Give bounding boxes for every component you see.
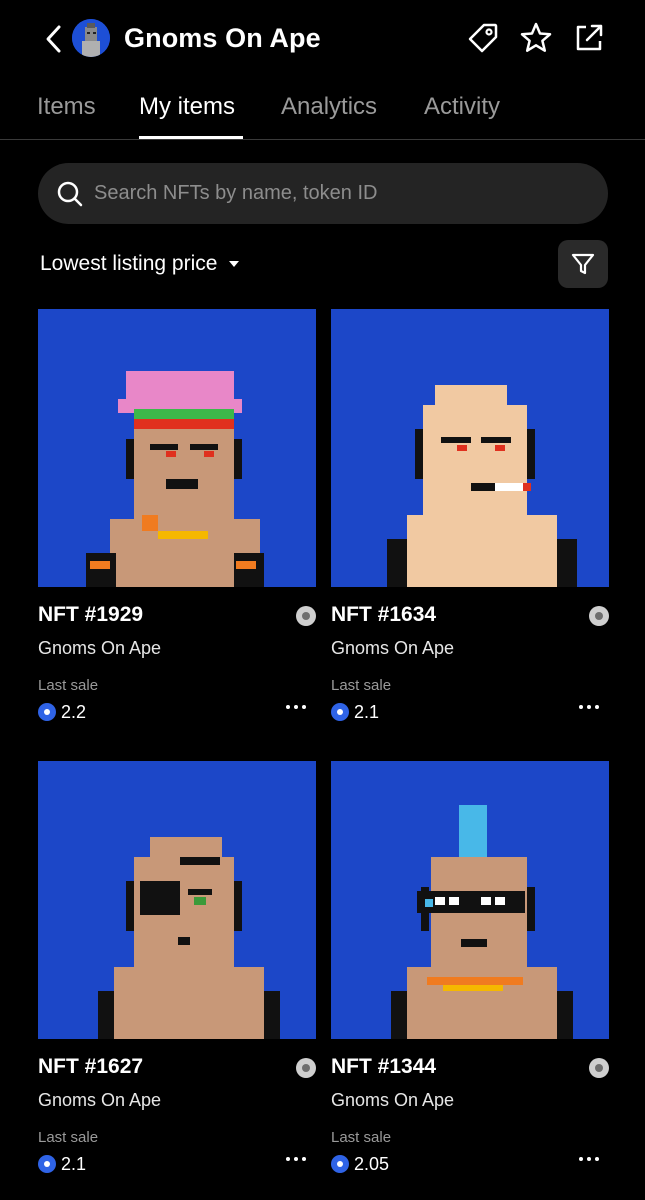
- apecoin-icon: [38, 1155, 56, 1173]
- star-icon: [520, 22, 552, 52]
- last-sale-price: 2.1: [331, 700, 379, 724]
- last-sale-label: Last sale: [38, 1129, 99, 1146]
- nft-name: NFT #1634: [331, 603, 437, 626]
- apecoin-icon: [38, 703, 56, 721]
- nft-card[interactable]: NFT #1634 Gnoms On Ape Last sale 2.1: [331, 309, 609, 722]
- filter-button[interactable]: [558, 240, 608, 288]
- last-sale-price: 2.1: [38, 1152, 86, 1176]
- nft-name: NFT #1627: [38, 1055, 144, 1078]
- chain-icon: [589, 606, 609, 626]
- nft-card[interactable]: NFT #1344 Gnoms On Ape Last sale 2.05: [331, 761, 609, 1174]
- nft-card[interactable]: NFT #1627 Gnoms On Ape Last sale 2.1: [38, 761, 316, 1174]
- search-icon: [57, 181, 83, 207]
- collection-name: Gnoms On Ape: [38, 638, 162, 658]
- tag-icon: [468, 23, 498, 53]
- tag-button[interactable]: [465, 20, 501, 56]
- more-options-button[interactable]: [276, 1149, 316, 1169]
- nft-image[interactable]: [38, 309, 316, 587]
- tab-analytics[interactable]: Analytics: [281, 92, 377, 122]
- tab-my-items[interactable]: My items: [139, 92, 235, 122]
- more-options-button[interactable]: [569, 1149, 609, 1169]
- sort-label: Lowest listing price: [40, 252, 218, 275]
- chain-icon: [296, 1058, 316, 1078]
- collection-name: Gnoms On Ape: [331, 1090, 455, 1110]
- search-bar[interactable]: [38, 163, 608, 224]
- more-options-button[interactable]: [569, 697, 609, 717]
- last-sale-price: 2.2: [38, 700, 86, 724]
- chevron-left-icon: [46, 25, 61, 53]
- tab-bar: Items My items Analytics Activity: [0, 78, 645, 140]
- more-options-button[interactable]: [276, 697, 316, 717]
- collection-name: Gnoms On Ape: [331, 638, 455, 658]
- active-tab-indicator: [139, 136, 243, 139]
- collection-name: Gnoms On Ape: [38, 1090, 162, 1110]
- nft-image[interactable]: [331, 761, 609, 1039]
- apecoin-icon: [331, 1155, 349, 1173]
- last-sale-label: Last sale: [38, 677, 99, 694]
- last-sale-value: 2.05: [354, 1154, 390, 1174]
- share-button[interactable]: [571, 20, 607, 56]
- back-button[interactable]: [38, 22, 68, 56]
- apecoin-icon: [331, 703, 349, 721]
- last-sale-value: 2.1: [354, 702, 380, 722]
- search-input[interactable]: [94, 163, 594, 224]
- last-sale-price: 2.05: [331, 1152, 389, 1176]
- nft-image[interactable]: [331, 309, 609, 587]
- chain-icon: [589, 1058, 609, 1078]
- caret-down-icon: [229, 261, 240, 267]
- favorite-button[interactable]: [518, 20, 554, 56]
- last-sale-label: Last sale: [331, 677, 392, 694]
- nft-image[interactable]: [38, 761, 316, 1039]
- filter-icon: [571, 253, 595, 275]
- collection-avatar: [72, 19, 110, 57]
- last-sale-label: Last sale: [331, 1129, 392, 1146]
- page-title: Gnoms On Ape: [124, 23, 321, 53]
- last-sale-value: 2.1: [61, 1154, 87, 1174]
- tab-activity[interactable]: Activity: [424, 92, 500, 122]
- nft-name: NFT #1929: [38, 603, 144, 626]
- nft-name: NFT #1344: [331, 1055, 437, 1078]
- nft-card[interactable]: NFT #1929 Gnoms On Ape Last sale 2.2: [38, 309, 316, 722]
- app-header: Gnoms On Ape: [0, 0, 645, 78]
- sort-dropdown[interactable]: Lowest listing price: [40, 250, 240, 278]
- external-link-icon: [576, 24, 603, 51]
- tab-items[interactable]: Items: [37, 92, 96, 122]
- chain-icon: [296, 606, 316, 626]
- last-sale-value: 2.2: [61, 702, 87, 722]
